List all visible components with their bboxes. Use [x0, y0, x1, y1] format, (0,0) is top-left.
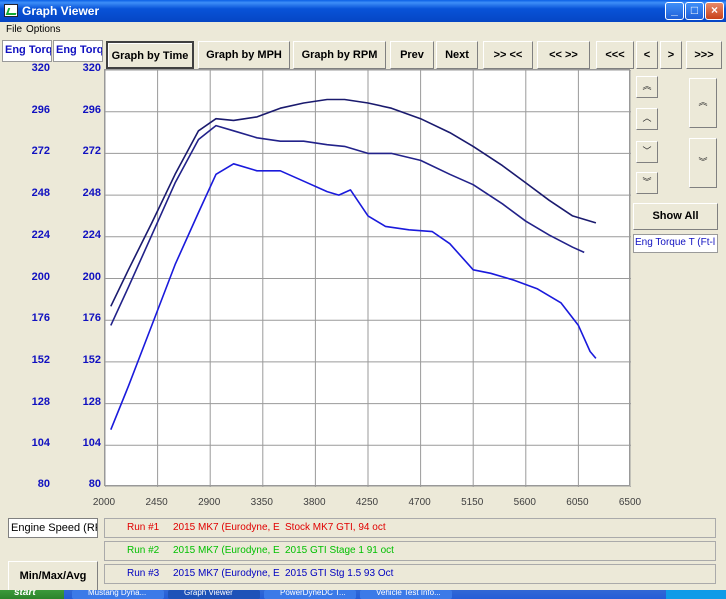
x-tick-label: 4700	[408, 497, 431, 508]
x-tick-label: 6050	[566, 497, 589, 508]
task-vehicle-test-info[interactable]: Vehicle Test Info...	[360, 590, 452, 599]
torque-chart	[104, 69, 632, 488]
scroll-down-fast-icon[interactable]: ︾	[636, 172, 658, 194]
channel-label[interactable]: Eng Torque T (Ft-l	[633, 234, 718, 253]
show-all-button[interactable]: Show All	[633, 203, 718, 230]
back-button[interactable]: <	[636, 41, 658, 69]
left-axis-tab-1[interactable]: Eng Torque	[2, 40, 52, 62]
run-description: 2015 GTI Stg 1.5 93 Oct	[285, 568, 394, 579]
y-tick-label-right: 200	[82, 270, 101, 283]
y-tick-label-left: 176	[31, 312, 50, 325]
run-vehicle: 2015 MK7 (Eurodyne, E	[173, 568, 280, 579]
graph-by-time-button[interactable]: Graph by Time	[106, 41, 194, 69]
y-tick-label-right: 128	[82, 395, 101, 408]
x-tick-label: 5600	[513, 497, 536, 508]
y-tick-label-right: 152	[82, 353, 101, 366]
y-tick-label-left: 272	[31, 145, 50, 158]
zoom-in-button[interactable]: >> <<	[483, 41, 533, 69]
start-button[interactable]: start	[0, 590, 64, 599]
close-icon[interactable]: ×	[705, 2, 724, 20]
run-row-3[interactable]: Run #3 2015 MK7 (Eurodyne, E 2015 GTI St…	[104, 564, 716, 584]
series-line-1	[110, 98, 597, 307]
scroll-down-icon[interactable]: ﹀	[636, 141, 658, 163]
y-tick-label-right: 224	[82, 228, 101, 241]
right-scroll-down-icon[interactable]: ︾	[689, 138, 717, 188]
scroll-up-icon[interactable]: ︿	[636, 108, 658, 130]
y-tick-label-left: 320	[31, 62, 50, 74]
min-max-avg-button[interactable]: Min/Max/Avg	[8, 561, 98, 591]
maximize-icon[interactable]: □	[685, 2, 704, 20]
y-tick-label-left: 224	[31, 228, 50, 241]
y-tick-label-right: 296	[82, 103, 101, 116]
task-mustang-dyna[interactable]: Mustang Dyna...	[72, 590, 164, 599]
y-tick-label-right: 80	[88, 478, 101, 490]
left-axis-tab-2[interactable]: Eng Torque	[53, 40, 103, 62]
right-scroll-up-icon[interactable]: ︽	[689, 78, 717, 128]
run-label: Run #2	[127, 545, 160, 556]
y-tick-label-right: 104	[82, 437, 101, 450]
x-tick-label: 3800	[303, 497, 326, 508]
chart-plot-area[interactable]	[104, 69, 632, 488]
run-description: Stock MK7 GTI, 94 oct	[285, 522, 386, 533]
x-tick-label: 4250	[355, 497, 379, 508]
y-tick-label-right: 320	[82, 62, 101, 74]
scroll-up-fast-icon[interactable]: ︽	[636, 76, 658, 98]
x-tick-label: 6500	[618, 497, 642, 508]
prev-button[interactable]: Prev	[390, 41, 434, 69]
run-row-1[interactable]: Run #1 2015 MK7 (Eurodyne, E Stock MK7 G…	[104, 518, 716, 538]
x-tick-label: 2000	[92, 497, 116, 508]
run-label: Run #1	[127, 522, 160, 533]
y-tick-label-right: 176	[82, 312, 101, 325]
series-line-2	[110, 124, 585, 326]
x-channel-select[interactable]: Engine Speed (RPI	[8, 518, 98, 538]
taskbar: start Mustang Dyna... Graph Viewer Power…	[0, 590, 726, 599]
y-tick-label-left: 152	[31, 353, 50, 366]
run-vehicle: 2015 MK7 (Eurodyne, E	[173, 522, 280, 533]
run-row-2[interactable]: Run #2 2015 MK7 (Eurodyne, E 2015 GTI St…	[104, 541, 716, 561]
y-tick-label-left: 296	[31, 103, 50, 116]
menu-bar: File Options	[0, 22, 726, 38]
y-tick-label-left: 200	[31, 270, 50, 283]
graph-by-mph-button[interactable]: Graph by MPH	[198, 41, 290, 69]
minimize-icon[interactable]: _	[665, 2, 684, 20]
menu-options[interactable]: Options	[26, 24, 60, 35]
y-tick-label-left: 128	[31, 395, 50, 408]
run-vehicle: 2015 MK7 (Eurodyne, E	[173, 545, 280, 556]
last-button[interactable]: >>>	[686, 41, 722, 69]
y-tick-label-right: 248	[82, 187, 101, 200]
zoom-out-button[interactable]: << >>	[537, 41, 590, 69]
next-button[interactable]: Next	[436, 41, 478, 69]
x-tick-label: 3350	[250, 497, 273, 508]
run-label: Run #3	[127, 568, 160, 579]
x-tick-label: 2900	[198, 497, 221, 508]
menu-file[interactable]: File	[6, 24, 22, 35]
title-bar: Graph Viewer _ □ ×	[0, 0, 726, 22]
window-title: Graph Viewer	[22, 4, 100, 18]
forward-button[interactable]: >	[660, 41, 682, 69]
task-powerdyne[interactable]: PowerDyneDC T...	[264, 590, 356, 599]
first-button[interactable]: <<<	[596, 41, 634, 69]
y-tick-label-left: 104	[31, 437, 50, 450]
graph-by-rpm-button[interactable]: Graph by RPM	[293, 41, 386, 69]
y-tick-label-right: 272	[82, 145, 101, 158]
y-tick-label-left: 248	[31, 187, 50, 200]
system-tray	[666, 590, 726, 599]
run-description: 2015 GTI Stage 1 91 oct	[285, 545, 394, 556]
app-icon	[4, 4, 18, 17]
x-tick-label: 5150	[461, 497, 484, 508]
series-line-3	[110, 163, 597, 431]
y-tick-label-left: 80	[37, 478, 50, 490]
x-tick-label: 2450	[145, 497, 168, 508]
task-graph-viewer[interactable]: Graph Viewer	[168, 590, 260, 599]
